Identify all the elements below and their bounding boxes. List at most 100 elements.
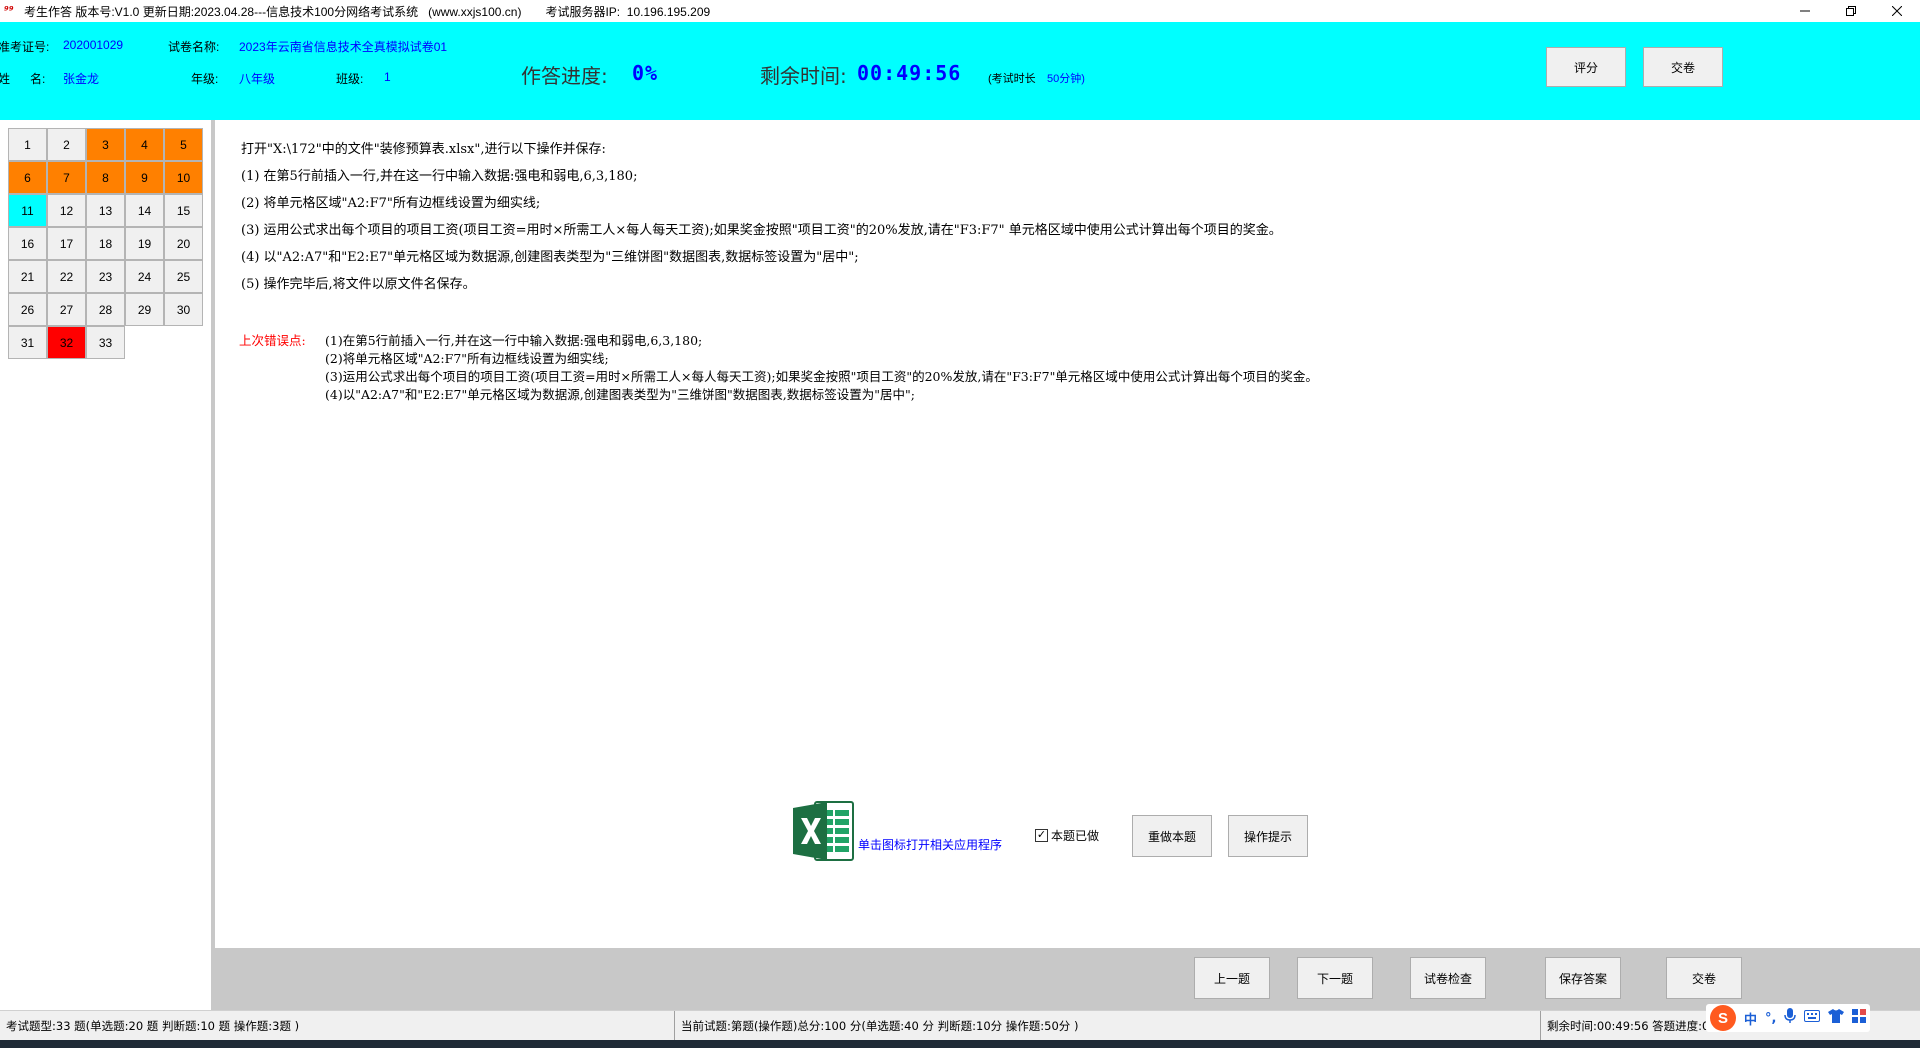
open-app-link[interactable]: 单击图标打开相关应用程序: [858, 836, 1002, 853]
last-error-item: (3)运用公式求出每个项目的项目工资(项目工资=用时×所需工人×每人每天工资);…: [325, 369, 1318, 384]
question-cell[interactable]: 30: [164, 293, 203, 326]
student-name-label: 姓 名:: [0, 72, 46, 86]
skin-shirt-icon[interactable]: [1828, 1009, 1845, 1027]
exam-id-value: 202001029: [63, 38, 124, 52]
last-error-item: (1)在第5行前插入一行,并在这一行中输入数据:强电和弱电,6,3,180;: [325, 333, 703, 348]
window-title: 考生作答 版本号:V1.0 更新日期:2023.04.28---信息技术100分…: [24, 4, 522, 19]
check-paper-button[interactable]: 试卷检查: [1410, 957, 1486, 999]
progress-label: 作答进度:: [521, 64, 608, 88]
status-current-question: 当前试题:第题(操作题)总分:100 分(单选题:40 分 判断题:10分 操作…: [675, 1011, 1541, 1041]
question-cell[interactable]: 18: [86, 227, 125, 260]
paper-name-value: 2023年云南省信息技术全真模拟试卷01: [239, 40, 448, 54]
next-question-button[interactable]: 下一题: [1297, 957, 1373, 999]
question-cell[interactable]: 24: [125, 260, 164, 293]
question-cell[interactable]: 19: [125, 227, 164, 260]
class-value: 1: [384, 70, 391, 84]
question-cell[interactable]: 7: [47, 161, 86, 194]
student-name-value: 张金龙: [63, 72, 100, 86]
question-cell[interactable]: 11: [8, 194, 47, 227]
question-cell[interactable]: 13: [86, 194, 125, 227]
question-text: 打开"X:\172"中的文件"装修预算表.xlsx",进行以下操作并保存: (1…: [241, 136, 1282, 298]
question-cell[interactable]: 29: [125, 293, 164, 326]
question-cell[interactable]: 14: [125, 194, 164, 227]
question-step: (5) 操作完毕后,将文件以原文件名保存。: [241, 277, 476, 292]
remaining-time-label: 剩余时间:: [760, 64, 847, 88]
question-cell[interactable]: 6: [8, 161, 47, 194]
question-cell[interactable]: 4: [125, 128, 164, 161]
question-step: (3) 运用公式求出每个项目的项目工资(项目工资=用时×所需工人×每人每天工资)…: [241, 223, 1282, 238]
keyboard-icon[interactable]: [1804, 1010, 1821, 1026]
question-intro: 打开"X:\172"中的文件"装修预算表.xlsx",进行以下操作并保存:: [241, 142, 606, 157]
question-cell[interactable]: 2: [47, 128, 86, 161]
question-grid: 1 2 3 4 5 6 7 8 9 10 11 12 13 14 15 16 17 18 19 20 21 22 23 24 2…: [8, 128, 203, 359]
exam-id-label: 准考证号:: [0, 40, 50, 54]
question-cell[interactable]: 15: [164, 194, 203, 227]
question-cell[interactable]: 32: [47, 326, 86, 359]
question-cell[interactable]: 22: [47, 260, 86, 293]
question-cell[interactable]: 5: [164, 128, 203, 161]
last-errors-list: (1)在第5行前插入一行,并在这一行中输入数据:强电和弱电,6,3,180; (…: [325, 332, 1318, 404]
question-cell[interactable]: 28: [86, 293, 125, 326]
score-button[interactable]: 评分: [1546, 47, 1626, 87]
hint-button[interactable]: 操作提示: [1228, 815, 1308, 857]
question-cell[interactable]: 17: [47, 227, 86, 260]
minimize-icon[interactable]: [1782, 0, 1828, 22]
question-cell[interactable]: 9: [125, 161, 164, 194]
question-cell[interactable]: 16: [8, 227, 47, 260]
duration-value: 50分钟): [1047, 73, 1085, 85]
last-error-item: (4)以"A2:A7"和"E2:E7"单元格区域为数据源,创建图表类型为"三维饼…: [325, 387, 915, 402]
title-bar: ⁹⁹ 考生作答 版本号:V1.0 更新日期:2023.04.28---信息技术1…: [0, 0, 1920, 22]
redo-question-button[interactable]: 重做本题: [1132, 815, 1212, 857]
window-controls: [1782, 0, 1920, 22]
question-cell[interactable]: 8: [86, 161, 125, 194]
save-answer-button[interactable]: 保存答案: [1545, 957, 1621, 999]
question-cell[interactable]: 12: [47, 194, 86, 227]
status-question-types: 考试题型:33 题(单选题:20 题 判断题:10 题 操作题:3题 ): [0, 1011, 675, 1041]
question-step: (1) 在第5行前插入一行,并在这一行中输入数据:强电和弱电,6,3,180;: [241, 169, 638, 184]
question-done-label: 本题已做: [1051, 829, 1100, 843]
question-step: (4) 以"A2:A7"和"E2:E7"单元格区域为数据源,创建图表类型为"三维…: [241, 250, 859, 265]
question-cell[interactable]: 26: [8, 293, 47, 326]
exam-header: 准考证号: 202001029 试卷名称: 2023年云南省信息技术全真模拟试卷…: [0, 22, 1920, 120]
checkbox-icon[interactable]: ✓: [1035, 829, 1048, 842]
status-bar: 考试题型:33 题(单选题:20 题 判断题:10 题 操作题:3题 ) 当前试…: [0, 1010, 1920, 1041]
question-cell[interactable]: 10: [164, 161, 203, 194]
taskbar-edge: [0, 1040, 1920, 1048]
question-step: (2) 将单元格区域"A2:F7"所有边框线设置为细实线;: [241, 196, 541, 211]
question-cell[interactable]: 20: [164, 227, 203, 260]
excel-icon[interactable]: [793, 800, 855, 862]
question-cell[interactable]: 1: [8, 128, 47, 161]
paper-name-label: 试卷名称:: [168, 40, 220, 54]
question-cell[interactable]: 31: [8, 326, 47, 359]
sogou-logo-icon[interactable]: S: [1710, 1005, 1736, 1031]
question-cell[interactable]: 23: [86, 260, 125, 293]
progress-value: 0%: [632, 61, 659, 85]
last-error-item: (2)将单元格区域"A2:F7"所有边框线设置为细实线;: [325, 351, 609, 366]
remaining-time-value: 00:49:56: [857, 61, 962, 85]
ime-toolbar[interactable]: S 中 °,: [1706, 1004, 1871, 1032]
last-errors-label: 上次错误点:: [239, 333, 306, 348]
question-cell[interactable]: 33: [86, 326, 125, 359]
submit-header-button[interactable]: 交卷: [1643, 47, 1723, 87]
ime-language-indicator[interactable]: 中: [1744, 1009, 1757, 1028]
punctuation-icon[interactable]: °,: [1765, 1011, 1776, 1026]
question-content: 打开"X:\172"中的文件"装修预算表.xlsx",进行以下操作并保存: (1…: [215, 120, 1920, 948]
bottom-nav-bar: 上一题 下一题 试卷检查 保存答案 交卷: [212, 948, 1920, 1010]
prev-question-button[interactable]: 上一题: [1194, 957, 1270, 999]
submit-button[interactable]: 交卷: [1666, 957, 1742, 999]
restore-icon[interactable]: [1828, 0, 1874, 22]
toolbox-grid-icon[interactable]: [1852, 1009, 1867, 1027]
class-label: 班级:: [336, 72, 364, 86]
question-cell[interactable]: 3: [86, 128, 125, 161]
app-logo-icon: ⁹⁹: [4, 4, 14, 17]
grade-label: 年级:: [191, 72, 219, 86]
close-icon[interactable]: [1874, 0, 1920, 22]
question-cell[interactable]: 25: [164, 260, 203, 293]
question-done-checkbox[interactable]: ✓ 本题已做: [1035, 827, 1099, 844]
question-cell[interactable]: 27: [47, 293, 86, 326]
microphone-icon[interactable]: [1784, 1008, 1797, 1028]
duration-prefix: (考试时长: [988, 73, 1036, 85]
server-ip: 考试服务器IP: 10.196.195.209: [545, 4, 711, 19]
grade-value: 八年级: [239, 72, 276, 86]
question-cell[interactable]: 21: [8, 260, 47, 293]
